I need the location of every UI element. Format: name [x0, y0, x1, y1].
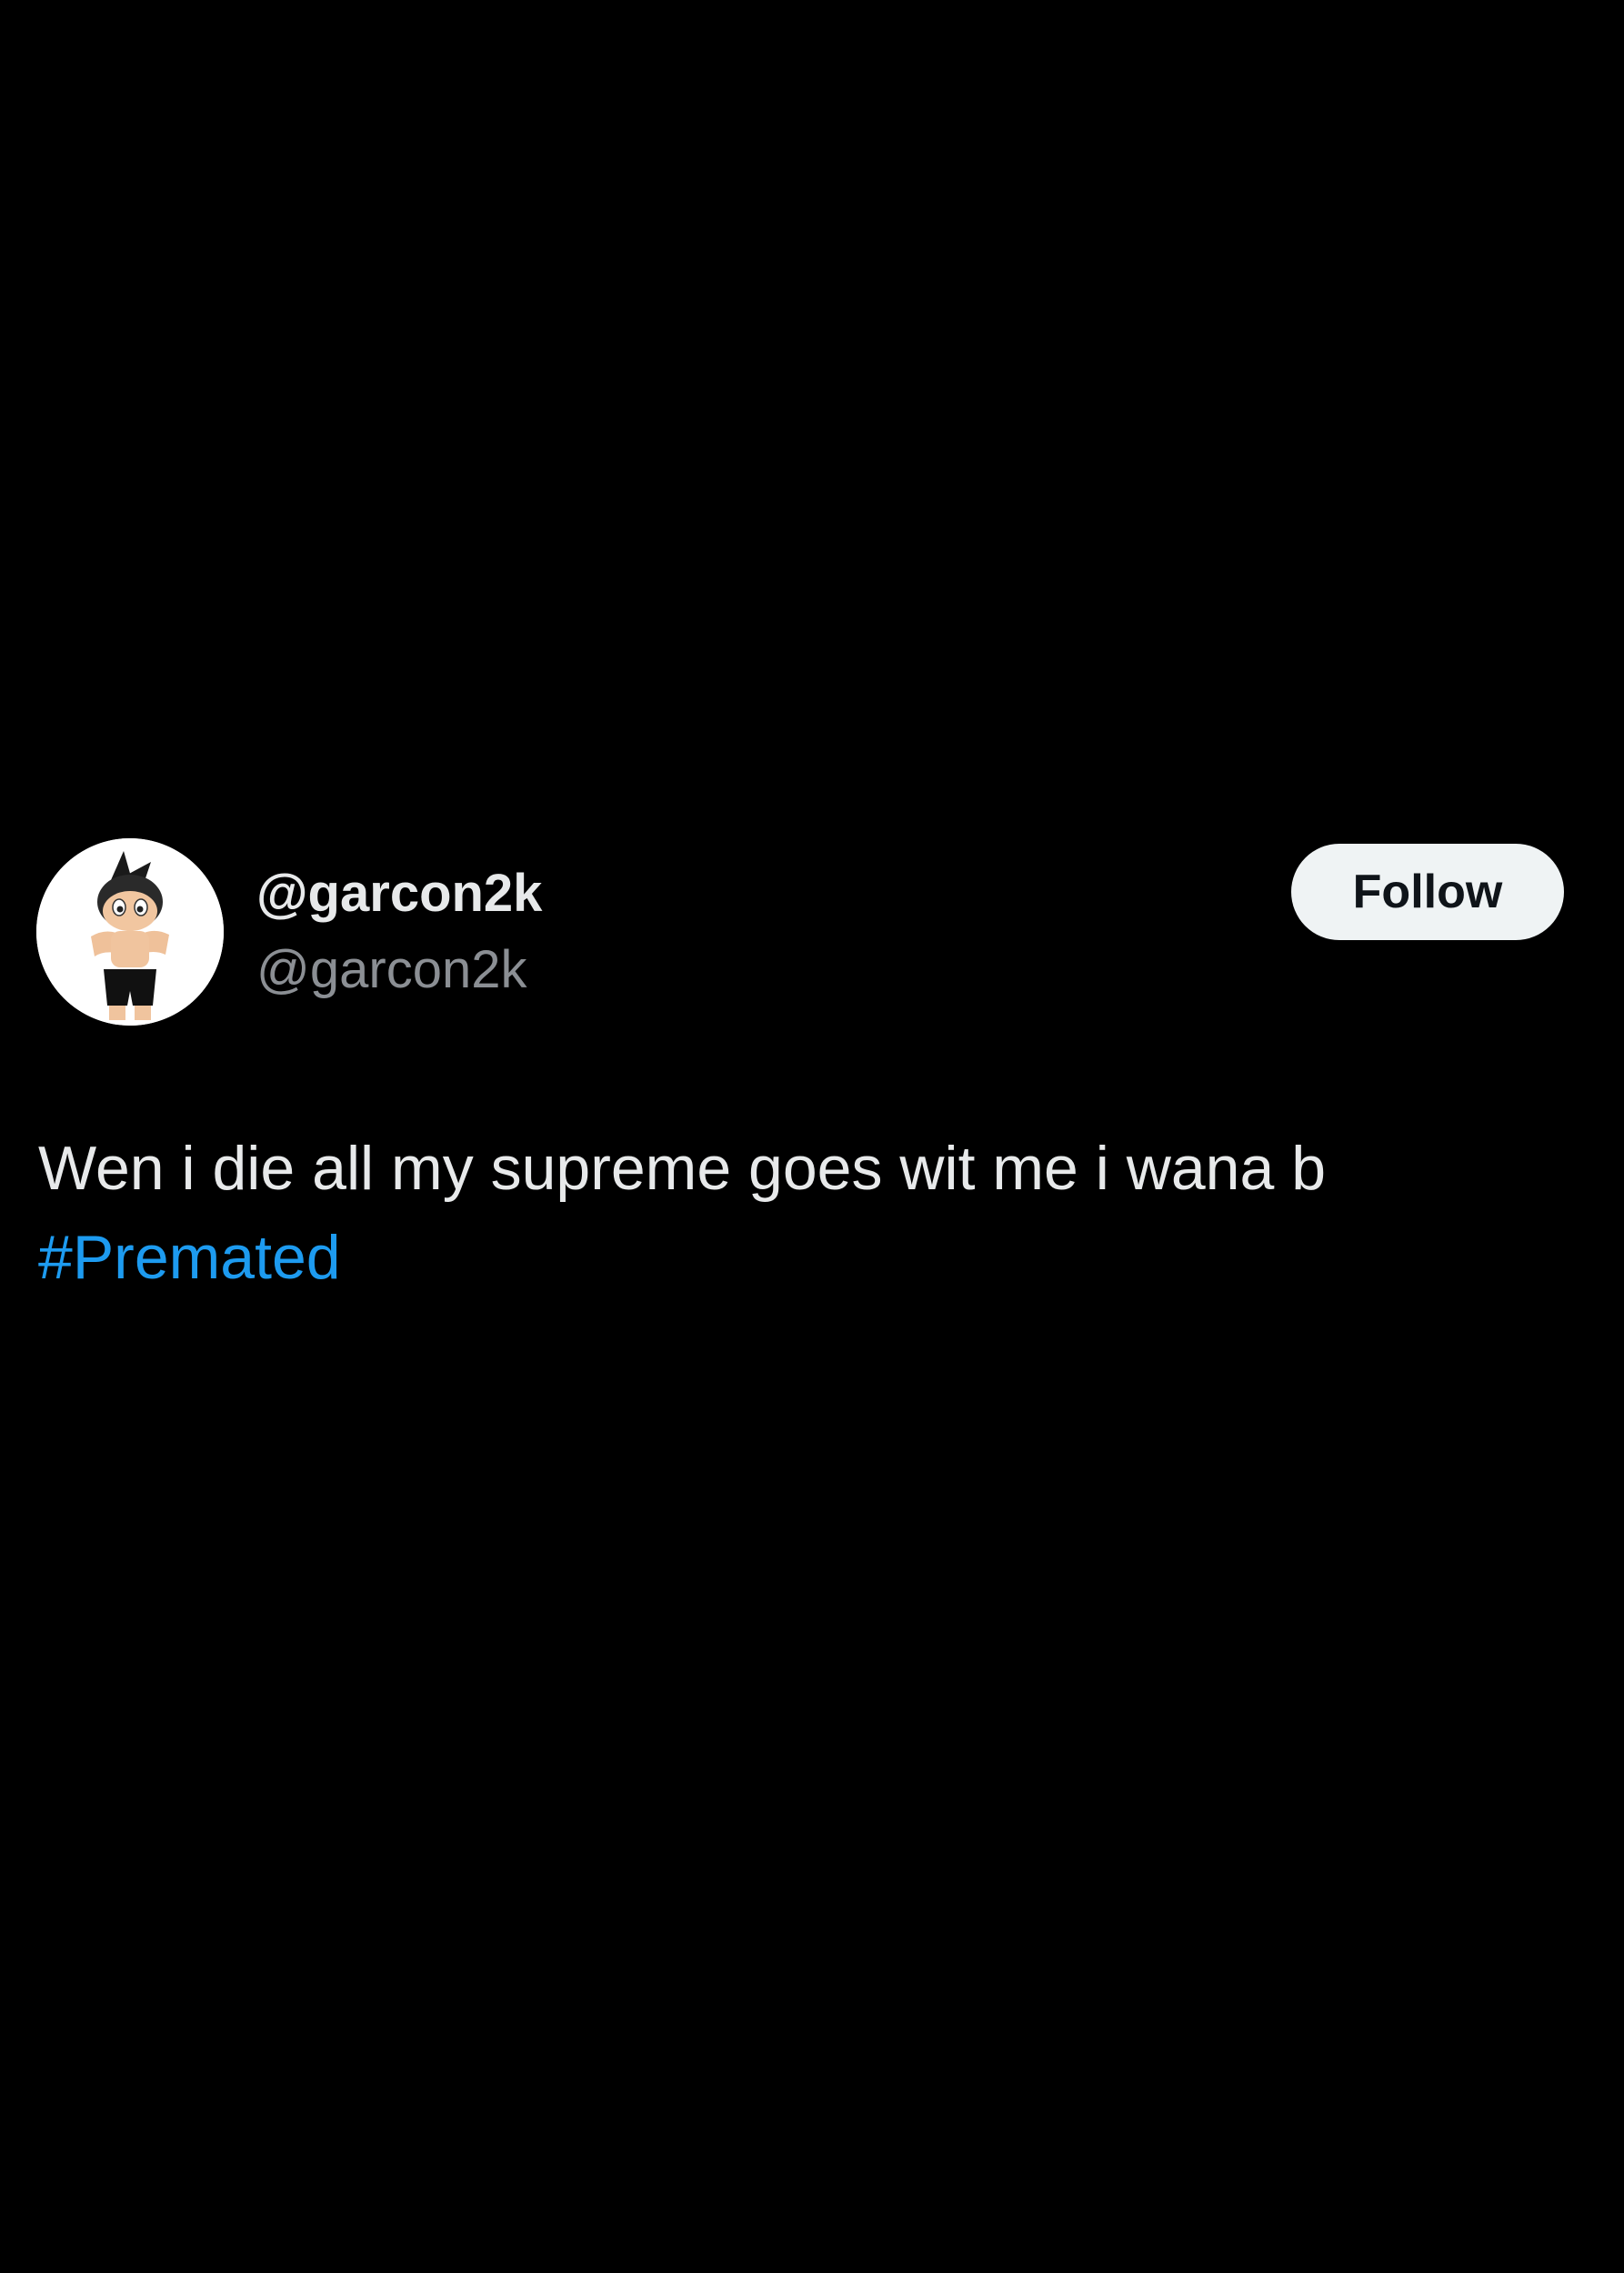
author-display-name[interactable]: @garcon2k: [256, 862, 542, 926]
tweet-card: @garcon2k @garcon2k Follow Wen i die all…: [0, 0, 1624, 2273]
tweet-body: Wen i die all my supreme goes wit me i w…: [38, 1124, 1584, 1302]
hashtag-link[interactable]: #Premated: [38, 1213, 1584, 1302]
avatar[interactable]: [36, 838, 224, 1026]
astro-boy-figure-icon: [36, 838, 224, 1026]
author-handle[interactable]: @garcon2k: [256, 938, 526, 1002]
follow-button[interactable]: Follow: [1291, 844, 1564, 940]
tweet-text: Wen i die all my supreme goes wit me i w…: [38, 1134, 1327, 1203]
